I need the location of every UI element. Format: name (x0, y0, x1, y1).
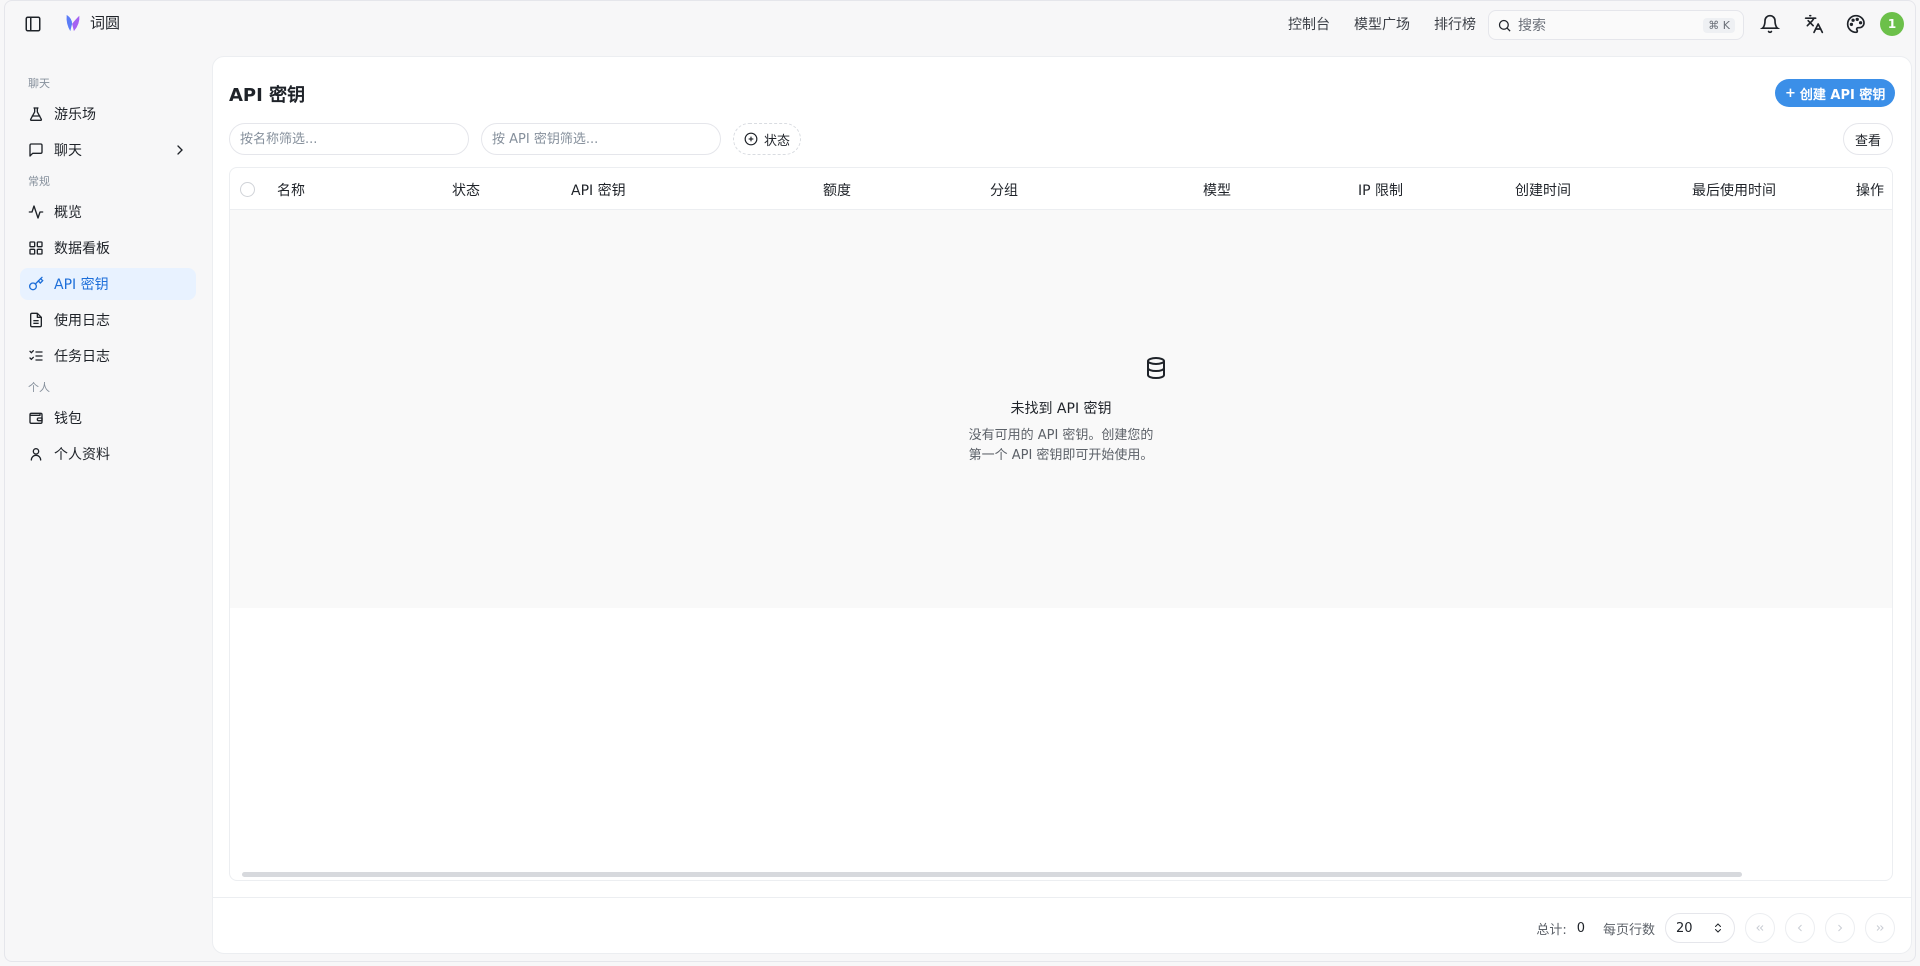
top-nav: 控制台 模型广场 排行榜 (1288, 14, 1476, 34)
column-header[interactable]: 名称 (277, 180, 305, 200)
sidebar-item-task-logs[interactable]: 任务日志 (20, 340, 196, 372)
sidebar-item-label: 个人资料 (54, 447, 110, 463)
sidebar: 聊天 游乐场 聊天 常规 概览 数据看板 API 密钥 使用日志 任务日志 个人… (20, 70, 196, 474)
palette-icon[interactable] (1846, 14, 1866, 34)
column-header[interactable]: API 密钥 (571, 180, 626, 200)
empty-desc-line: 第一个 API 密钥即可开始使用。 (968, 448, 1154, 463)
chevrons-right-icon (1876, 925, 1884, 931)
empty-state: 未找到 API 密钥 没有可用的 API 密钥。创建您的 第一个 API 密钥即… (230, 210, 1892, 608)
sidebar-item-api-keys[interactable]: API 密钥 (20, 268, 196, 300)
file-text-icon (30, 312, 42, 328)
bell-icon[interactable] (1760, 14, 1780, 34)
create-api-key-button[interactable]: + 创建 API 密钥 (1775, 79, 1896, 107)
sidebar-item-label: API 密钥 (54, 277, 109, 293)
sidebar-item-wallet[interactable]: 钱包 (20, 402, 196, 434)
page-title: API 密钥 (229, 85, 306, 106)
app-name: 词圆 (90, 14, 121, 32)
sidebar-item-label: 任务日志 (54, 349, 110, 365)
chevron-left-icon (1797, 924, 1802, 932)
avatar[interactable]: 1 (1880, 12, 1904, 36)
message-icon (29, 143, 43, 157)
sidebar-item-dashboard[interactable]: 数据看板 (20, 232, 196, 264)
total-count: 0 (1576, 920, 1585, 936)
search-input[interactable]: 搜索 ⌘ K (1488, 10, 1744, 40)
sidebar-toggle-icon[interactable] (24, 15, 42, 33)
sidebar-item-profile[interactable]: 个人资料 (20, 438, 196, 470)
last-page-button[interactable] (1865, 913, 1895, 943)
empty-description: 没有可用的 API 密钥。创建您的 第一个 API 密钥即可开始使用。 (230, 426, 1892, 466)
column-header[interactable]: IP 限制 (1358, 180, 1403, 200)
key-icon (29, 276, 44, 291)
next-page-button[interactable] (1825, 913, 1855, 943)
search-placeholder: 搜索 (1518, 18, 1546, 34)
rows-per-page-value: 20 (1676, 920, 1693, 936)
dashboard-icon (29, 241, 43, 255)
table-header: 名称 状态 API 密钥 额度 分组 模型 IP 限制 创建时间 最后使用时间 … (230, 168, 1892, 210)
plus-icon: + (1785, 85, 1796, 101)
column-header[interactable]: 模型 (1203, 180, 1231, 200)
top-bar: 词圆 控制台 模型广场 排行榜 搜索 ⌘ K 1 (0, 0, 1920, 48)
chevron-right-icon (177, 145, 183, 155)
sidebar-item-label: 游乐场 (54, 107, 96, 123)
flask-icon (29, 107, 43, 121)
main-panel: API 密钥 + 创建 API 密钥 状态 查看 名称 状态 API 密钥 额度… (212, 56, 1912, 954)
section-label-personal: 个人 (28, 381, 50, 394)
sidebar-item-chat[interactable]: 聊天 (20, 134, 196, 166)
sidebar-item-overview[interactable]: 概览 (20, 196, 196, 228)
column-header[interactable]: 额度 (823, 180, 851, 200)
rows-per-page-label: 每页行数 (1602, 922, 1655, 938)
empty-title: 未找到 API 密钥 (1010, 401, 1112, 417)
section-label-chat: 聊天 (28, 77, 50, 90)
pagination: 总计: 0 每页行数 20 (1536, 913, 1895, 943)
sidebar-item-label: 钱包 (54, 411, 82, 427)
empty-desc-line: 没有可用的 API 密钥。创建您的 (968, 428, 1154, 443)
wallet-icon (29, 412, 43, 424)
first-page-button[interactable] (1745, 913, 1775, 943)
column-header[interactable]: 创建时间 (1515, 180, 1571, 200)
search-shortcut: ⌘ K (1703, 17, 1735, 33)
sidebar-item-label: 数据看板 (54, 241, 110, 257)
sidebar-item-playground[interactable]: 游乐场 (20, 98, 196, 130)
brand[interactable]: 词圆 (64, 12, 120, 33)
sidebar-item-label: 使用日志 (54, 313, 110, 329)
prev-page-button[interactable] (1785, 913, 1815, 943)
rows-per-page-select[interactable]: 20 (1665, 913, 1735, 943)
status-filter-button[interactable]: 状态 (733, 123, 802, 155)
nav-console[interactable]: 控制台 (1288, 14, 1330, 34)
column-header[interactable]: 分组 (990, 180, 1018, 200)
sidebar-item-label: 概览 (54, 205, 82, 221)
column-header[interactable]: 操作 (1856, 180, 1884, 200)
select-all-checkbox[interactable] (240, 182, 255, 197)
search-icon (1498, 19, 1511, 32)
key-filter-input[interactable] (481, 123, 721, 155)
horizontal-scrollbar[interactable] (242, 872, 1742, 877)
plus-circle-icon (744, 132, 758, 146)
view-button[interactable]: 查看 (1843, 123, 1893, 155)
translate-icon[interactable] (1804, 14, 1824, 34)
api-keys-table: 名称 状态 API 密钥 额度 分组 模型 IP 限制 创建时间 最后使用时间 … (229, 167, 1893, 881)
nav-model-square[interactable]: 模型广场 (1354, 14, 1410, 34)
activity-icon (28, 205, 44, 219)
column-header[interactable]: 状态 (452, 180, 480, 200)
chevrons-left-icon (1756, 925, 1764, 931)
chevrons-up-down-icon (1715, 923, 1721, 933)
footer-divider (213, 897, 1911, 898)
sidebar-item-label: 聊天 (54, 143, 82, 159)
create-button-label: 创建 API 密钥 (1799, 87, 1886, 103)
column-header[interactable]: 最后使用时间 (1692, 180, 1776, 200)
database-icon (1147, 357, 1165, 380)
total-label: 总计: (1536, 922, 1567, 938)
section-label-general: 常规 (28, 175, 50, 188)
user-icon (30, 448, 42, 461)
brand-logo-icon (66, 14, 80, 31)
chevron-right-icon (1838, 924, 1843, 932)
status-filter-label: 状态 (764, 133, 791, 149)
list-checks-icon (29, 350, 43, 361)
name-filter-input[interactable] (229, 123, 469, 155)
nav-leaderboard[interactable]: 排行榜 (1434, 14, 1476, 34)
sidebar-item-usage-logs[interactable]: 使用日志 (20, 304, 196, 336)
